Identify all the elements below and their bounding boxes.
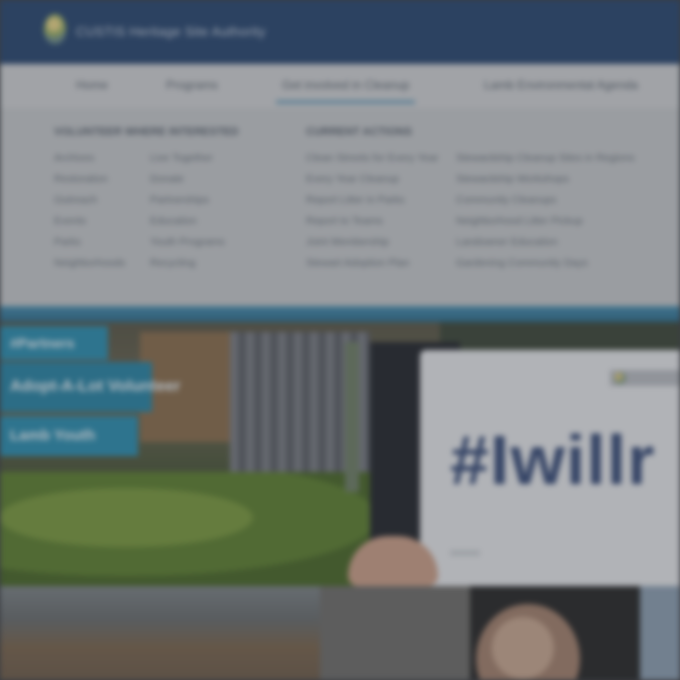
mega-menu-link[interactable]: Clean Streets for Every Year xyxy=(306,152,439,164)
nav-item-get-involved[interactable]: Get involved in Cleanup xyxy=(275,78,416,104)
mega-menu-link[interactable]: Stewardship Workshops xyxy=(456,173,569,185)
sign-logo-icon xyxy=(610,370,680,386)
hero-sign: #Iwillr xyxy=(420,350,680,586)
hero-banner: #Partners Adopt-A-Lot Volunteer Lamb You… xyxy=(0,322,680,586)
mega-menu-link[interactable]: Events xyxy=(54,215,86,227)
mega-menu-link[interactable]: Stewart Adoption Plan xyxy=(306,257,409,269)
site-header: CUSTIS Heritage Site Authority xyxy=(0,0,680,64)
feature-tiles-row xyxy=(0,586,680,680)
mega-menu-link[interactable]: Outreach xyxy=(54,194,97,206)
mega-menu-link[interactable]: Joint Membership xyxy=(306,236,389,248)
hero-photo-post xyxy=(345,342,359,492)
mega-menu-link[interactable]: Archives xyxy=(54,152,94,164)
mega-menu-link[interactable]: Every Year Cleanup xyxy=(306,173,399,185)
hero-badge-partners[interactable]: #Partners xyxy=(0,326,108,360)
tile-photo-building[interactable] xyxy=(320,586,470,680)
mega-menu-link[interactable]: Report to Teams xyxy=(306,215,383,227)
mega-menu-link[interactable]: Landowner Education xyxy=(456,236,558,248)
hero-badge-youth[interactable]: Lamb Youth xyxy=(0,416,138,456)
mega-menu-heading-actions: CURRENT ACTIONS xyxy=(306,126,412,138)
mega-menu-link[interactable]: Community Cleanups xyxy=(456,194,556,206)
sign-small-text xyxy=(450,550,480,556)
mega-menu-link[interactable]: Neighborhoods xyxy=(54,257,125,269)
menu-bottom-accent-bar xyxy=(0,306,680,322)
mega-menu-link[interactable]: Report Litter in Parks xyxy=(306,194,405,206)
main-nav: Home Programs Get involved in Cleanup La… xyxy=(0,64,680,108)
mega-menu-link[interactable]: Education xyxy=(150,215,197,227)
mega-menu-link[interactable]: Gardening Community Days xyxy=(456,257,588,269)
nav-item-home[interactable]: Home xyxy=(76,78,108,92)
mega-menu-link[interactable]: Neighborhood Litter Pickup xyxy=(456,215,583,227)
mega-menu-link[interactable]: Youth Programs xyxy=(150,236,225,248)
nav-item-programs[interactable]: Programs xyxy=(166,78,218,92)
tile-photo-cleanup[interactable] xyxy=(0,586,320,680)
nav-item-environmental-agenda[interactable]: Lamb Environmental Agenda xyxy=(484,78,638,92)
mega-menu-heading-volunteer: VOLUNTEER WHERE INTERESTED xyxy=(54,126,239,138)
mega-menu-link[interactable]: Restoration xyxy=(54,173,108,185)
mega-menu: VOLUNTEER WHERE INTERESTED Archives Rest… xyxy=(0,108,680,308)
sign-hashtag-text: #Iwillr xyxy=(450,421,656,499)
mega-menu-link[interactable]: Partnerships xyxy=(150,194,209,206)
mega-menu-link[interactable]: Donate xyxy=(150,173,184,185)
leaf-logo-icon[interactable] xyxy=(44,14,66,44)
site-title[interactable]: CUSTIS Heritage Site Authority xyxy=(76,24,266,39)
page: CUSTIS Heritage Site Authority Home Prog… xyxy=(0,0,680,680)
hero-badge-adopt-a-lot[interactable]: Adopt-A-Lot Volunteer xyxy=(0,362,180,412)
mega-menu-link[interactable]: Parks xyxy=(54,236,81,248)
mega-menu-link[interactable]: Live Together xyxy=(150,152,213,164)
mega-menu-link[interactable]: Recycling xyxy=(150,257,196,269)
tile-photo-edge[interactable] xyxy=(640,586,680,680)
mega-menu-link[interactable]: Stewardship Cleanup Sites in Regions xyxy=(456,152,635,164)
